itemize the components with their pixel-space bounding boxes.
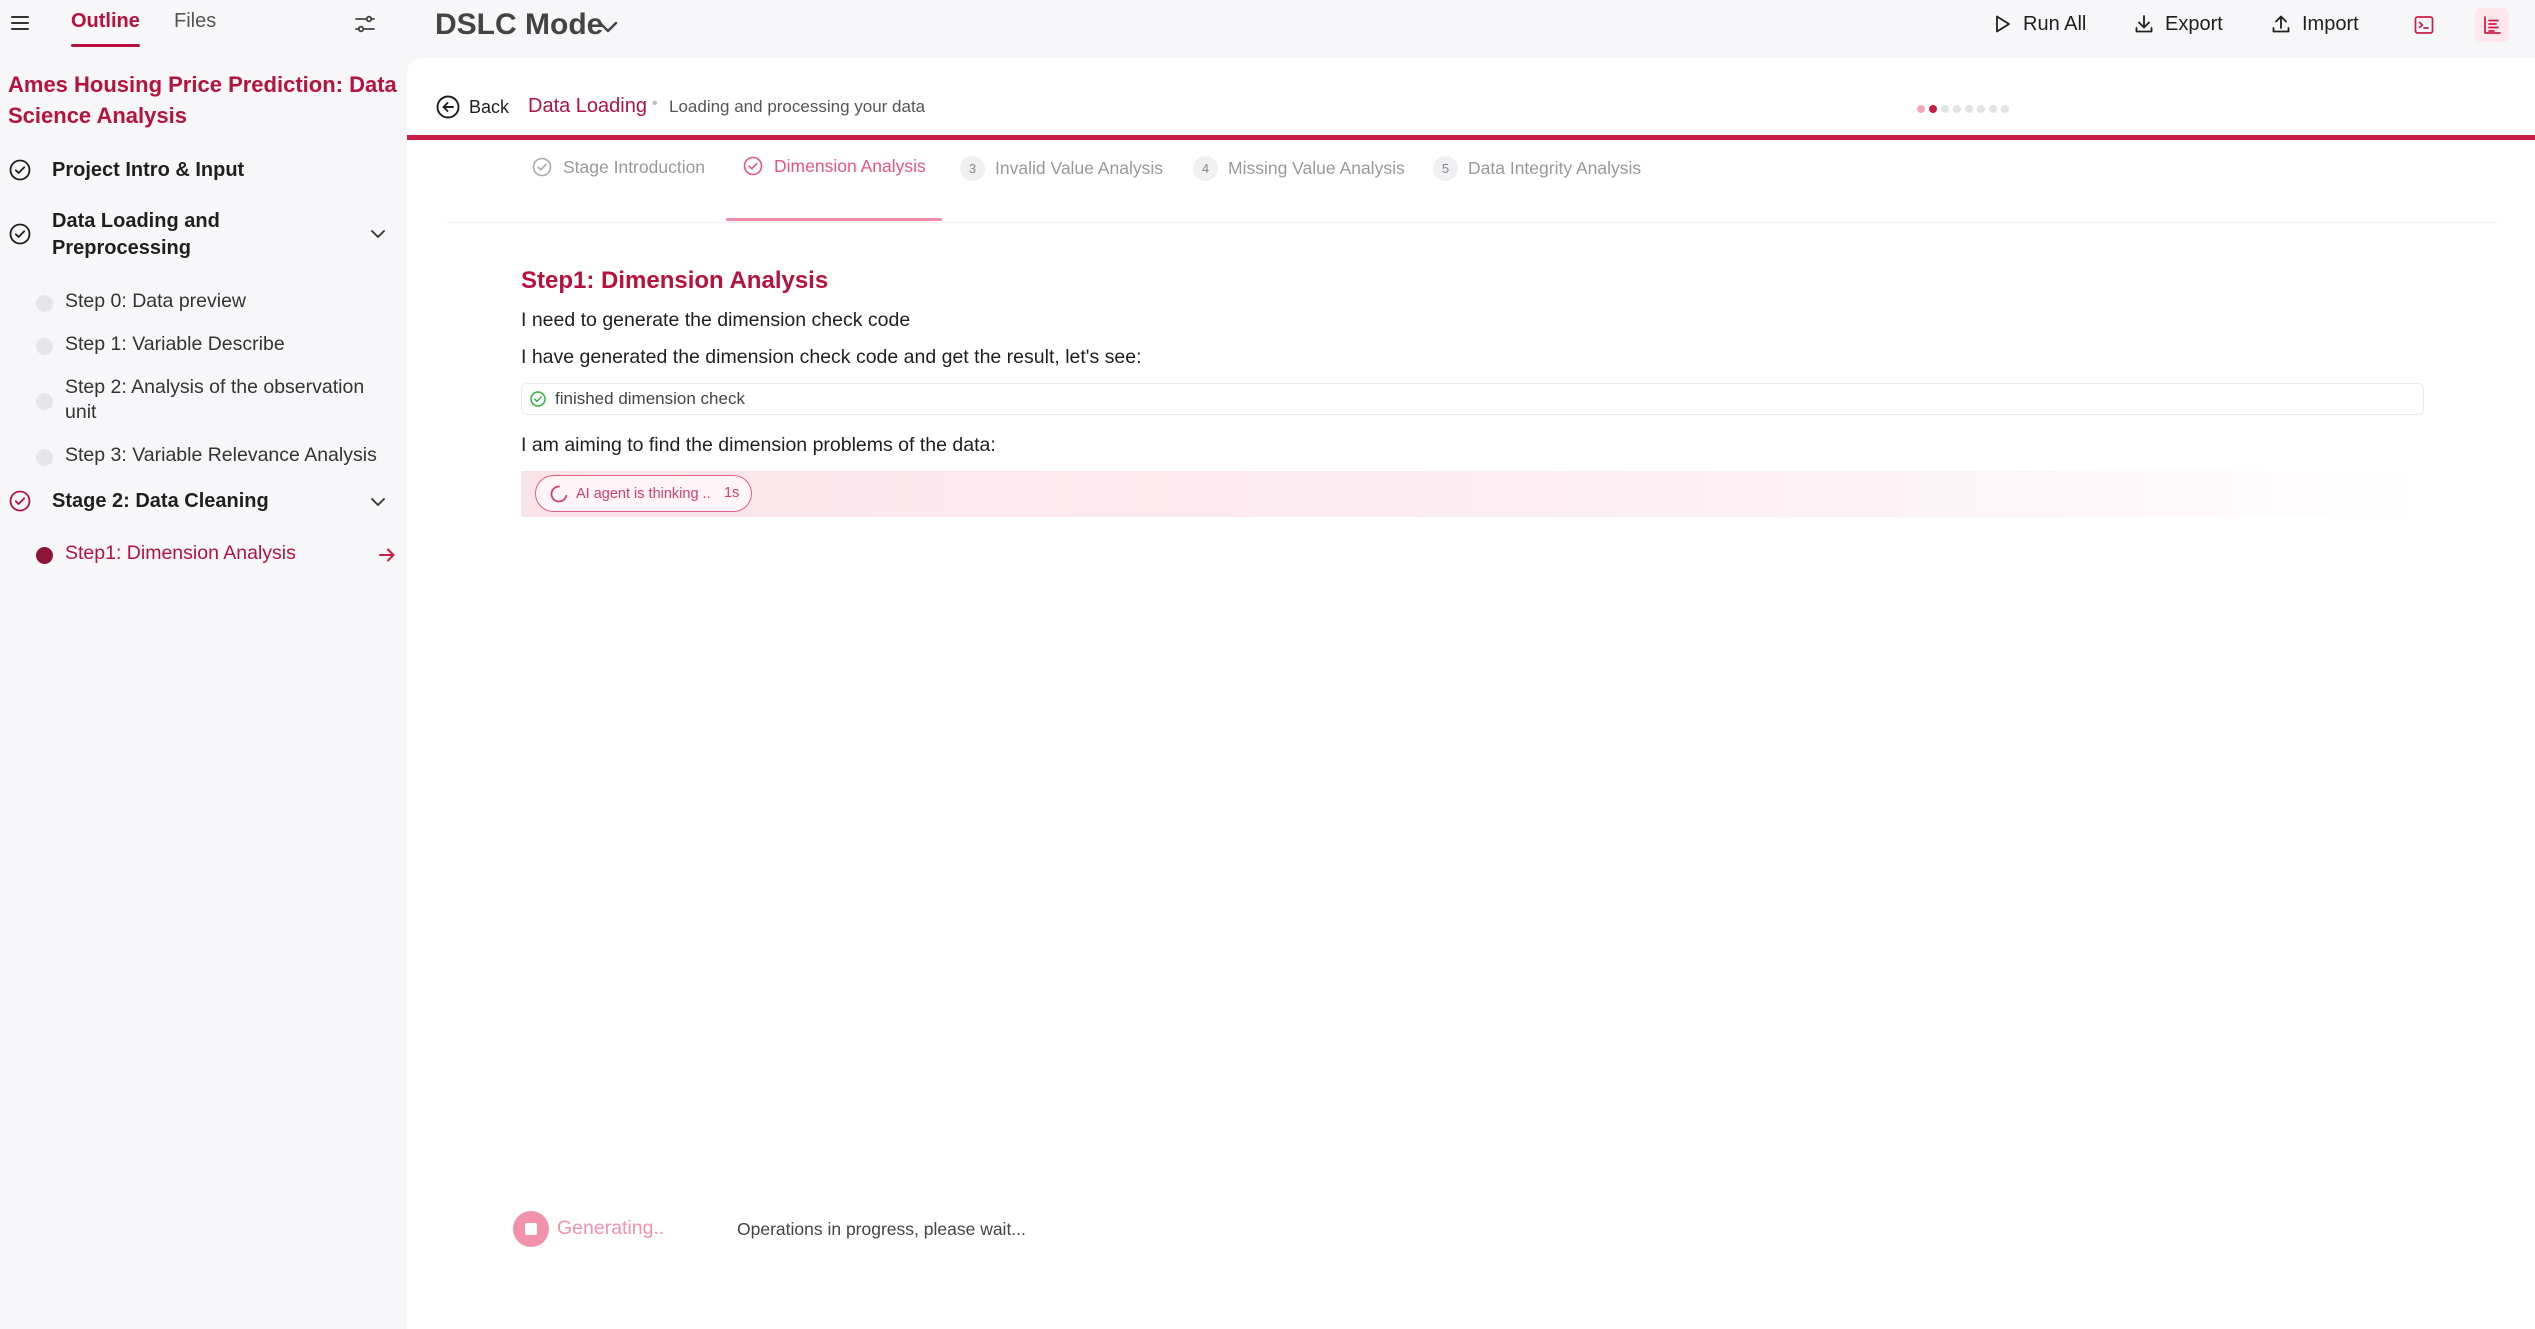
tab-invalid-value-analysis[interactable]: 3 Invalid Value Analysis (960, 156, 1163, 181)
step-label: Step 0: Data preview (65, 290, 247, 312)
stop-generation-button[interactable] (513, 1211, 549, 1247)
tab-files[interactable]: Files (174, 10, 216, 33)
generating-label: Generating.. (557, 1217, 665, 1239)
project-title: Ames Housing Price Prediction: Data Scie… (8, 72, 397, 128)
chevron-down-icon[interactable] (595, 14, 621, 40)
check-circle-icon (9, 490, 31, 512)
step-status-dot (36, 393, 53, 410)
check-circle-icon (9, 159, 31, 181)
top-bar: DSLC Mode Run All Export Import (407, 0, 2535, 58)
progress-dot (1917, 105, 1925, 113)
export-button[interactable]: Export (2132, 10, 2223, 38)
report-panel-button[interactable] (2475, 8, 2509, 42)
back-button[interactable]: Back (435, 94, 509, 120)
report-icon (2484, 16, 2501, 34)
tab-number: 3 (960, 156, 985, 181)
tab-label: Invalid Value Analysis (995, 158, 1163, 178)
main-panel: Back Data Loading • Loading and processi… (407, 58, 2535, 1329)
tab-missing-value-analysis[interactable]: 4 Missing Value Analysis (1193, 156, 1405, 181)
tab-label: Stage Introduction (563, 156, 706, 177)
active-tab-indicator (726, 218, 942, 221)
tab-dimension-analysis[interactable]: Dimension Analysis (742, 155, 926, 177)
step-status-dot (36, 547, 53, 564)
progress-dot (1965, 105, 1973, 113)
thinking-text: AI agent is thinking .. (576, 486, 711, 502)
import-label: Import (2302, 12, 2359, 35)
terminal-icon (2414, 16, 2434, 34)
stage-project-intro[interactable]: Project Intro & Input (8, 157, 400, 185)
result-text: finished dimension check (555, 389, 745, 408)
tab-stage-introduction[interactable]: Stage Introduction (531, 156, 705, 178)
upload-icon (2272, 15, 2290, 33)
export-label: Export (2165, 12, 2223, 35)
step-status-dot (36, 449, 53, 466)
terminal-button[interactable] (2407, 8, 2441, 42)
check-circle-icon (743, 156, 763, 176)
tab-divider (447, 222, 2497, 223)
tab-label: Data Integrity Analysis (1468, 158, 1642, 178)
tab-outline[interactable]: Outline (71, 10, 140, 47)
stage-label: Data Loading and Preprocessing (52, 210, 220, 259)
agent-message: I am aiming to find the dimension proble… (521, 434, 996, 456)
run-all-label: Run All (2023, 12, 2087, 35)
back-label: Back (469, 96, 510, 117)
breadcrumb-separator: • (652, 95, 658, 112)
progress-dot (1941, 105, 1949, 113)
agent-message: I have generated the dimension check cod… (521, 346, 1142, 368)
spinner-icon (550, 485, 568, 503)
arrow-right-icon (379, 548, 395, 562)
step-label: Step 3: Variable Relevance Analysis (65, 444, 377, 466)
step-status-dot (36, 338, 53, 355)
stage-data-loading[interactable]: Data Loading and Preprocessing (8, 208, 400, 264)
stage-label: Project Intro & Input (52, 159, 245, 181)
step-label: Step1: Dimension Analysis (65, 542, 296, 564)
download-icon (2135, 15, 2153, 33)
tab-data-integrity-analysis[interactable]: 5 Data Integrity Analysis (1433, 156, 1641, 181)
tab-label: Missing Value Analysis (1228, 158, 1405, 178)
stage-label: Stage 2: Data Cleaning (52, 490, 269, 512)
thinking-indicator: AI agent is thinking .. 1s (535, 475, 752, 512)
step-title: Step1: Dimension Analysis (521, 267, 829, 294)
arrow-left-circle-icon (436, 95, 460, 119)
progress-dot (1953, 105, 1961, 113)
thinking-banner (521, 471, 2424, 517)
hamburger-menu-icon[interactable] (9, 12, 31, 34)
progress-dot (1989, 105, 1997, 113)
tab-number: 5 (1433, 156, 1458, 181)
import-button[interactable]: Import (2269, 10, 2359, 38)
stage-data-cleaning[interactable]: Stage 2: Data Cleaning (8, 488, 400, 516)
agent-message: I need to generate the dimension check c… (521, 309, 911, 331)
mode-selector[interactable]: DSLC Mode (435, 8, 603, 42)
step-label: Step 1: Variable Describe (65, 333, 285, 355)
step-status-dot (36, 295, 53, 312)
chevron-down-icon[interactable] (368, 224, 388, 244)
progress-dot (1977, 105, 1985, 113)
progress-dot (1929, 105, 1937, 113)
result-card[interactable]: finished dimension check (521, 383, 2424, 415)
current-stage-name: Data Loading (528, 95, 647, 117)
tab-label: Dimension Analysis (774, 155, 926, 176)
thinking-timer: 1s (724, 485, 740, 501)
step-label: Step 2: Analysis of the observation unit (65, 376, 365, 423)
operation-status: Operations in progress, please wait... (737, 1219, 1026, 1239)
play-icon (1996, 15, 2010, 33)
stage-description: Loading and processing your data (669, 97, 926, 116)
sidebar-header: Outline Files (0, 0, 407, 47)
check-circle-icon (9, 223, 31, 245)
chevron-down-icon[interactable] (368, 492, 388, 512)
filter-settings-icon[interactable] (353, 12, 377, 36)
stage-progress-bar (407, 135, 2535, 140)
check-circle-icon (530, 391, 546, 407)
check-circle-icon (532, 157, 552, 177)
sidebar: Outline Files Ames Housing Price Predict… (0, 0, 407, 1329)
tab-number: 4 (1193, 156, 1218, 181)
run-all-button[interactable]: Run All (1990, 10, 2086, 38)
progress-dot (2001, 105, 2009, 113)
